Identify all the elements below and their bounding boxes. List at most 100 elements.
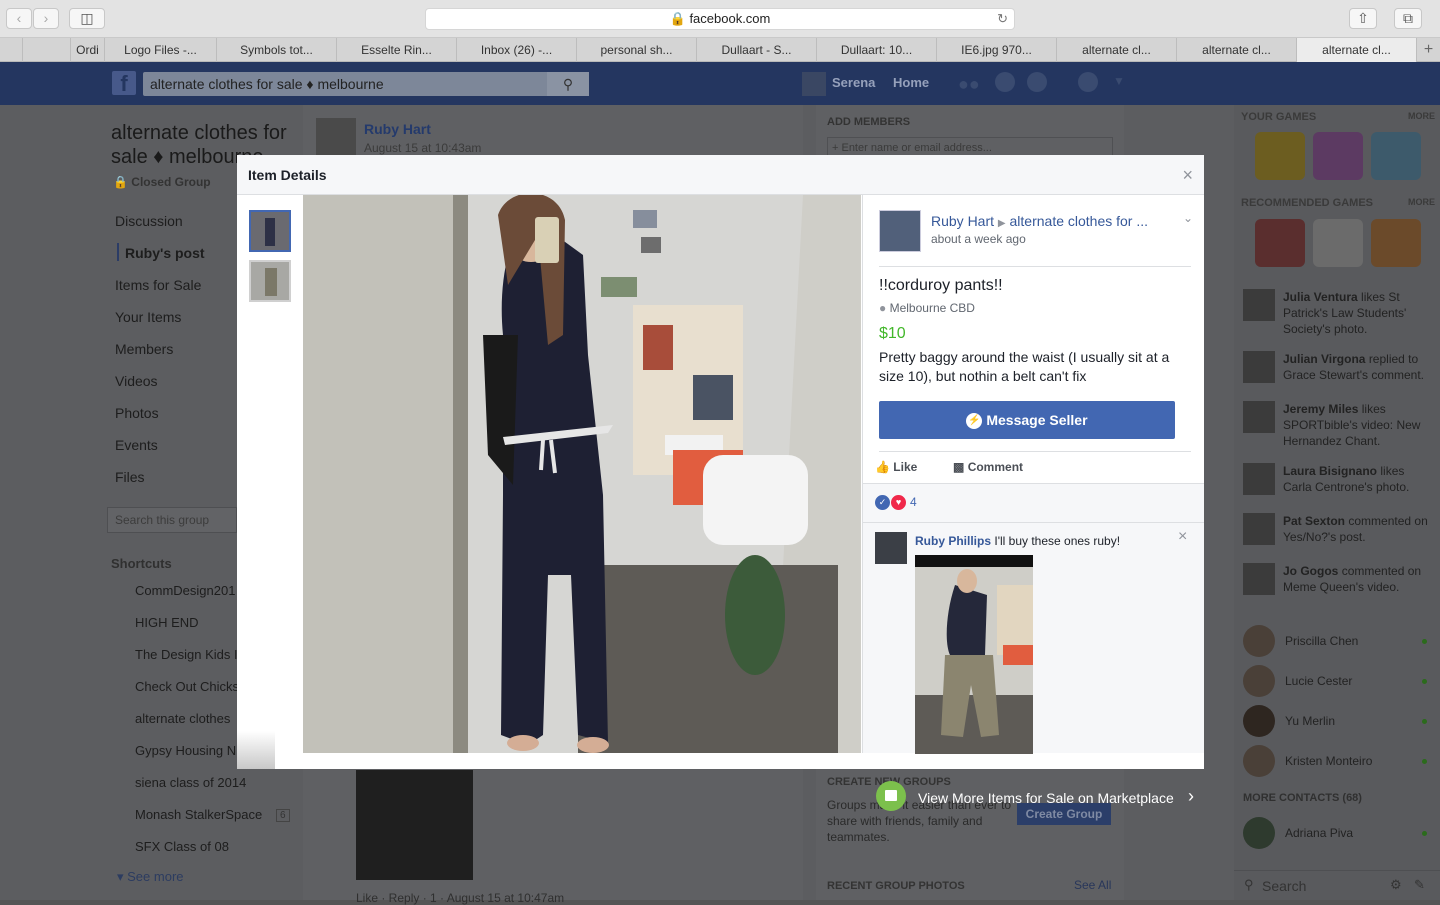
shortcut-item[interactable]: Monash StalkerSpace — [135, 807, 262, 822]
nav-events[interactable]: Events — [115, 437, 158, 453]
shortcut-item[interactable]: SFX Class of 08 — [135, 839, 229, 854]
sidebar-toggle-button[interactable]: ◫ — [69, 8, 105, 29]
forward-button[interactable]: › — [33, 8, 59, 29]
search-icon[interactable]: ⚲ — [547, 72, 589, 96]
message-seller-button[interactable]: ⚡ Message Seller — [879, 401, 1175, 439]
tab[interactable]: Esselte Rin... — [336, 38, 456, 62]
shortcut-item[interactable]: CommDesign201 — [135, 583, 235, 598]
messages-icon[interactable] — [995, 72, 1015, 92]
comment-button[interactable]: ▩ Comment — [953, 460, 1023, 474]
game-icon[interactable] — [1313, 132, 1363, 180]
chat-search-input[interactable]: ⚲ Search ⚙ ✎ — [1234, 870, 1440, 900]
notifications-icon[interactable] — [1027, 72, 1047, 92]
post-time[interactable]: about a week ago — [931, 232, 1026, 246]
nav-your-items[interactable]: Your Items — [115, 309, 181, 325]
tab[interactable]: Ordi — [70, 38, 104, 62]
avatar[interactable] — [1243, 463, 1275, 495]
comment-photo[interactable] — [915, 555, 1033, 754]
facebook-logo[interactable]: f — [112, 71, 136, 96]
post-time[interactable]: August 15 at 10:43am — [364, 141, 481, 155]
tab[interactable]: Dullaart: 10... — [816, 38, 936, 62]
chevron-down-icon[interactable]: ⌄ — [1183, 211, 1193, 225]
avatar[interactable] — [1243, 817, 1275, 849]
group-search-input[interactable]: Search this group — [107, 507, 237, 533]
avatar[interactable] — [1243, 351, 1275, 383]
contact-name[interactable]: Yu Merlin — [1285, 714, 1335, 728]
share-button[interactable]: ⇧ — [1349, 8, 1377, 29]
shortcut-item[interactable]: Check Out Chicks — [135, 679, 239, 694]
tab[interactable]: Dullaart - S... — [696, 38, 816, 62]
see-all-link[interactable]: See All — [1074, 878, 1111, 892]
reaction-count[interactable]: 4 — [910, 495, 917, 509]
new-tab-button[interactable]: + — [1416, 38, 1440, 62]
comment-photo[interactable] — [356, 770, 473, 880]
seller-avatar[interactable] — [879, 210, 921, 252]
nav-photos[interactable]: Photos — [115, 405, 159, 421]
ticker-item[interactable]: Jeremy Miles likes SPORTbible's video: N… — [1283, 401, 1433, 449]
group-link[interactable]: alternate clothes for ... — [1010, 213, 1149, 229]
see-more-link[interactable]: ▾ See more — [117, 869, 184, 885]
game-icon[interactable] — [1255, 132, 1305, 180]
avatar[interactable] — [1243, 563, 1275, 595]
post-author[interactable]: Ruby Hart — [364, 121, 431, 137]
shortcut-item[interactable]: HIGH END — [135, 615, 199, 630]
help-icon[interactable] — [1078, 72, 1098, 92]
ticker-item[interactable]: Laura Bisignano likes Carla Centrone's p… — [1283, 463, 1433, 495]
nav-items-for-sale[interactable]: Items for Sale — [115, 277, 201, 293]
avatar[interactable] — [1243, 665, 1275, 697]
address-bar[interactable]: 🔒 facebook.com ↻ — [425, 8, 1015, 30]
contact-name[interactable]: Priscilla Chen — [1285, 634, 1358, 648]
home-link[interactable]: Home — [893, 75, 929, 90]
nav-members[interactable]: Members — [115, 341, 173, 357]
nav-discussion[interactable]: Discussion — [115, 213, 183, 229]
more-link[interactable]: MORE — [1408, 111, 1435, 121]
tab-active[interactable]: alternate cl... — [1296, 38, 1416, 63]
avatar[interactable] — [1243, 625, 1275, 657]
gear-icon[interactable]: ⚙ — [1390, 877, 1402, 893]
photo-thumbnail[interactable] — [249, 210, 291, 252]
commenter-name[interactable]: Ruby Phillips — [915, 534, 991, 548]
avatar[interactable] — [1243, 401, 1275, 433]
tab[interactable] — [22, 38, 70, 62]
reload-icon[interactable]: ↻ — [997, 9, 1008, 29]
avatar[interactable] — [1243, 513, 1275, 545]
avatar[interactable] — [1243, 705, 1275, 737]
commenter-avatar[interactable] — [875, 532, 907, 564]
chevron-down-icon[interactable]: ▼ — [1113, 74, 1125, 88]
tab[interactable]: personal sh... — [576, 38, 696, 62]
love-reaction-icon[interactable]: ♥ — [891, 495, 906, 510]
tab[interactable]: IE6.jpg 970... — [936, 38, 1056, 62]
like-reaction-icon[interactable]: ✓ — [875, 495, 890, 510]
like-button[interactable]: 👍 Like — [875, 460, 917, 474]
game-icon[interactable] — [1255, 219, 1305, 267]
photo-thumbnail[interactable] — [249, 260, 291, 302]
marketplace-link[interactable]: View More Items for Sale on Marketplace … — [876, 781, 1206, 815]
avatar[interactable] — [1243, 745, 1275, 777]
ticker-item[interactable]: Julian Virgona replied to Grace Stewart'… — [1283, 351, 1433, 383]
shortcut-item[interactable]: siena class of 2014 — [135, 775, 246, 790]
back-button[interactable]: ‹ — [6, 8, 32, 29]
nav-videos[interactable]: Videos — [115, 373, 158, 389]
game-icon[interactable] — [1313, 219, 1363, 267]
profile-link[interactable]: Serena — [832, 75, 875, 90]
shortcut-item[interactable]: The Design Kids I — [135, 647, 238, 662]
avatar[interactable] — [802, 72, 826, 96]
item-photo[interactable] — [303, 195, 861, 753]
game-icon[interactable] — [1371, 219, 1421, 267]
avatar[interactable] — [1243, 289, 1275, 321]
shortcut-item[interactable]: alternate clothes — [135, 711, 230, 726]
search-input[interactable]: alternate clothes for sale ♦ melbourne ⚲ — [143, 72, 589, 96]
tab[interactable]: Symbols tot... — [216, 38, 336, 62]
friends-icon[interactable]: ●● — [958, 74, 980, 95]
seller-name[interactable]: Ruby Hart — [931, 213, 994, 229]
more-contacts-heading[interactable]: MORE CONTACTS (68) — [1243, 792, 1362, 804]
post-avatar[interactable] — [316, 118, 356, 158]
ticker-item[interactable]: Jo Gogos commented on Meme Queen's video… — [1283, 563, 1433, 595]
contact-name[interactable]: Lucie Cester — [1285, 674, 1352, 688]
nav-rubys-post[interactable]: Ruby's post — [125, 245, 205, 261]
more-link[interactable]: MORE — [1408, 197, 1435, 207]
shortcut-item[interactable]: Gypsy Housing N — [135, 743, 236, 758]
tab[interactable]: alternate cl... — [1056, 38, 1176, 62]
ticker-item[interactable]: Pat Sexton commented on Yes/No?'s post. — [1283, 513, 1433, 545]
tab[interactable]: alternate cl... — [1176, 38, 1296, 62]
